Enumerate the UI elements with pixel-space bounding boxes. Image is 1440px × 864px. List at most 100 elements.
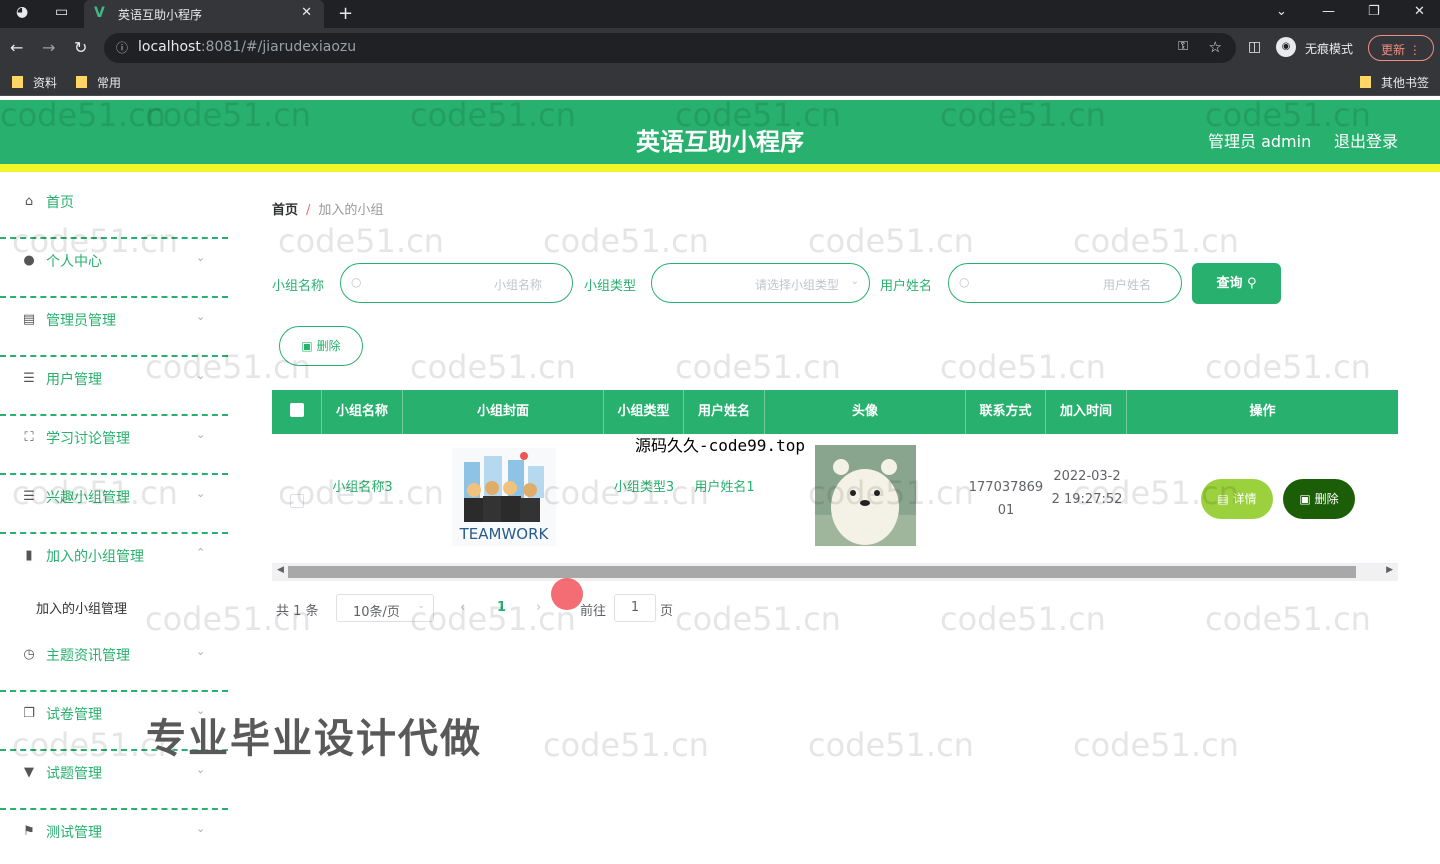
scroll-left-icon[interactable]: ◀ (277, 565, 284, 575)
col-actions: 操作 (1249, 404, 1276, 419)
sidebar-item-label: 学习讨论管理 (46, 431, 130, 447)
forward-icon[interactable]: → (42, 38, 55, 57)
browser-tab[interactable]: V 英语互助小程序 ✕ (84, 0, 324, 28)
row-delete-button[interactable]: ▣ 删除 (1283, 479, 1355, 519)
query-button[interactable]: 查询 ⚲ (1192, 263, 1281, 304)
watermark: code51.cn (145, 600, 311, 638)
sidebar-toggle-icon[interactable]: ◫ (1248, 39, 1261, 55)
search-icon: ○ (351, 275, 362, 289)
address-bar[interactable]: ⓘ localhost:8081/#/jiarudexiaozu ⚿ ☆ (104, 33, 1236, 63)
input-placeholder: 小组名称 (493, 278, 542, 292)
watermark: code51.cn (0, 96, 166, 134)
chevron-down-icon: ⌄ (196, 428, 206, 441)
bookmarks-bar: 资料 常用 其他书签 (0, 68, 1440, 96)
watermark: code51.cn (940, 348, 1106, 386)
sidebar-item-news[interactable]: ◷ 主题资讯管理 ⌄ (0, 633, 228, 692)
watermark: code51.cn (675, 96, 841, 134)
goto-prefix: 前往 (580, 604, 607, 619)
sidebar-subitem-joined-groups[interactable]: 加入的小组管理 (36, 598, 127, 617)
new-tab-icon[interactable]: + (338, 3, 353, 24)
goto-page-input[interactable]: 1 (614, 594, 656, 622)
sidebar-item-label: 测试管理 (46, 825, 102, 841)
update-button[interactable]: 更新 ⋮ (1368, 35, 1434, 61)
flag-icon: ⚑ (23, 824, 35, 839)
minimize-icon[interactable]: — (1322, 4, 1335, 19)
col-group-name: 小组名称 (322, 390, 403, 434)
other-bookmarks[interactable]: 其他书签 (1360, 74, 1429, 91)
watermark: code51.cn (145, 348, 311, 386)
watermark: code51.cn (543, 474, 709, 512)
bookmark-star-icon[interactable]: ☆ (1209, 38, 1222, 56)
select-all-checkbox[interactable] (272, 390, 322, 434)
watermark: code51.cn (1205, 600, 1371, 638)
chevron-down-icon: ⌄ (196, 645, 206, 658)
user-name-input[interactable]: ○ 用户姓名 (948, 263, 1182, 303)
breadcrumb-current: 加入的小组 (318, 203, 384, 218)
watermark: code51.cn (410, 96, 576, 134)
browser-tabbar: ◕ ▭ V 英语互助小程序 ✕ + ⌄ — ❐ ✕ (0, 0, 1440, 28)
watermark: code51.cn (278, 474, 444, 512)
close-tab-icon[interactable]: ✕ (301, 5, 312, 20)
copy-icon: ❐ (23, 706, 35, 721)
group-name-input[interactable]: ○ 小组名称 (340, 263, 573, 303)
watermark: code51.cn (1073, 726, 1239, 764)
group-type-select[interactable]: 请选择小组类型 ⌄ (651, 263, 870, 303)
select-placeholder: 请选择小组类型 (754, 278, 839, 292)
search-icon: ○ (959, 275, 970, 289)
watermark: code51.cn (410, 600, 576, 638)
sidebar-item-label: 试题管理 (46, 766, 102, 782)
watermark: code51.cn (940, 96, 1106, 134)
sidebar-item-label: 用户管理 (46, 372, 102, 388)
cover-text: TEAMWORK (459, 525, 550, 543)
horizontal-scrollbar[interactable]: ◀ ▶ (272, 564, 1398, 581)
breadcrumb-separator: / (306, 203, 311, 218)
table-header: 小组名称 小组封面 小组类型 用户姓名 头像 联系方式 加入时间 操作 (272, 390, 1398, 434)
scrollbar-thumb[interactable] (288, 566, 1356, 578)
watermark: code51.cn (1205, 348, 1371, 386)
reload-icon[interactable]: ↻ (74, 38, 87, 57)
password-key-icon[interactable]: ⚿ (1178, 39, 1188, 54)
watermark: code51.cn (808, 222, 974, 260)
sidebar-item-tests[interactable]: ⚑ 测试管理 ⌄ (0, 810, 228, 864)
chart-icon: ▮ (25, 548, 33, 563)
col-group-type: 小组类型 (604, 390, 684, 434)
watermark: code51.cn (940, 600, 1106, 638)
watermark: code51.cn (543, 222, 709, 260)
sidebar-item-label: 试卷管理 (46, 707, 102, 723)
url-text: localhost:8081/#/jiarudexiaozu (138, 39, 357, 55)
trash-icon: ▣ (1299, 492, 1311, 506)
bookmark-folder-changyong[interactable]: 常用 (76, 74, 121, 91)
folder-icon (76, 76, 87, 88)
breadcrumb-home[interactable]: 首页 (272, 203, 298, 218)
chevron-down-icon: ⌄ (196, 487, 206, 500)
browser-menu-icon[interactable]: ◕ (16, 4, 28, 20)
scroll-right-icon[interactable]: ▶ (1386, 565, 1393, 575)
site-info-icon[interactable]: ⓘ (116, 39, 128, 56)
input-placeholder: 用户姓名 (1102, 278, 1151, 292)
search-icon: ⚲ (1247, 276, 1257, 291)
restore-icon[interactable]: ❐ (1368, 4, 1380, 19)
col-user-name: 用户姓名 (684, 390, 765, 434)
watermark: code51.cn (543, 726, 709, 764)
tab-search-icon[interactable]: ⌄ (1276, 4, 1287, 19)
incognito-label: 无痕模式 (1305, 42, 1354, 56)
browser-toolbar: ← → ↻ ⓘ localhost:8081/#/jiarudexiaozu ⚿… (0, 28, 1440, 68)
watermark: code51.cn (12, 474, 178, 512)
goto-suffix: 页 (660, 604, 674, 619)
sidebar-item-discussion[interactable]: ⛶ 学习讨论管理 ⌄ (0, 416, 228, 475)
close-window-icon[interactable]: ✕ (1414, 4, 1425, 19)
group-cover-image: TEAMWORK (452, 448, 556, 546)
bookmark-folder-ziliao[interactable]: 资料 (12, 74, 57, 91)
expand-icon: ⛶ (24, 430, 34, 445)
incognito-icon: ◉ (1276, 37, 1296, 57)
folder-icon (12, 76, 23, 88)
folder-icon (1360, 76, 1371, 88)
home-icon: ⌂ (24, 194, 34, 209)
watermark: code51.cn (278, 222, 444, 260)
back-icon[interactable]: ← (10, 38, 23, 57)
chevron-down-icon: ⌄ (196, 763, 206, 776)
col-avatar: 头像 (765, 390, 966, 434)
tab-strip-icon[interactable]: ▭ (55, 4, 68, 20)
col-contact: 联系方式 (966, 390, 1046, 434)
trophy-icon: ▼ (24, 765, 34, 780)
